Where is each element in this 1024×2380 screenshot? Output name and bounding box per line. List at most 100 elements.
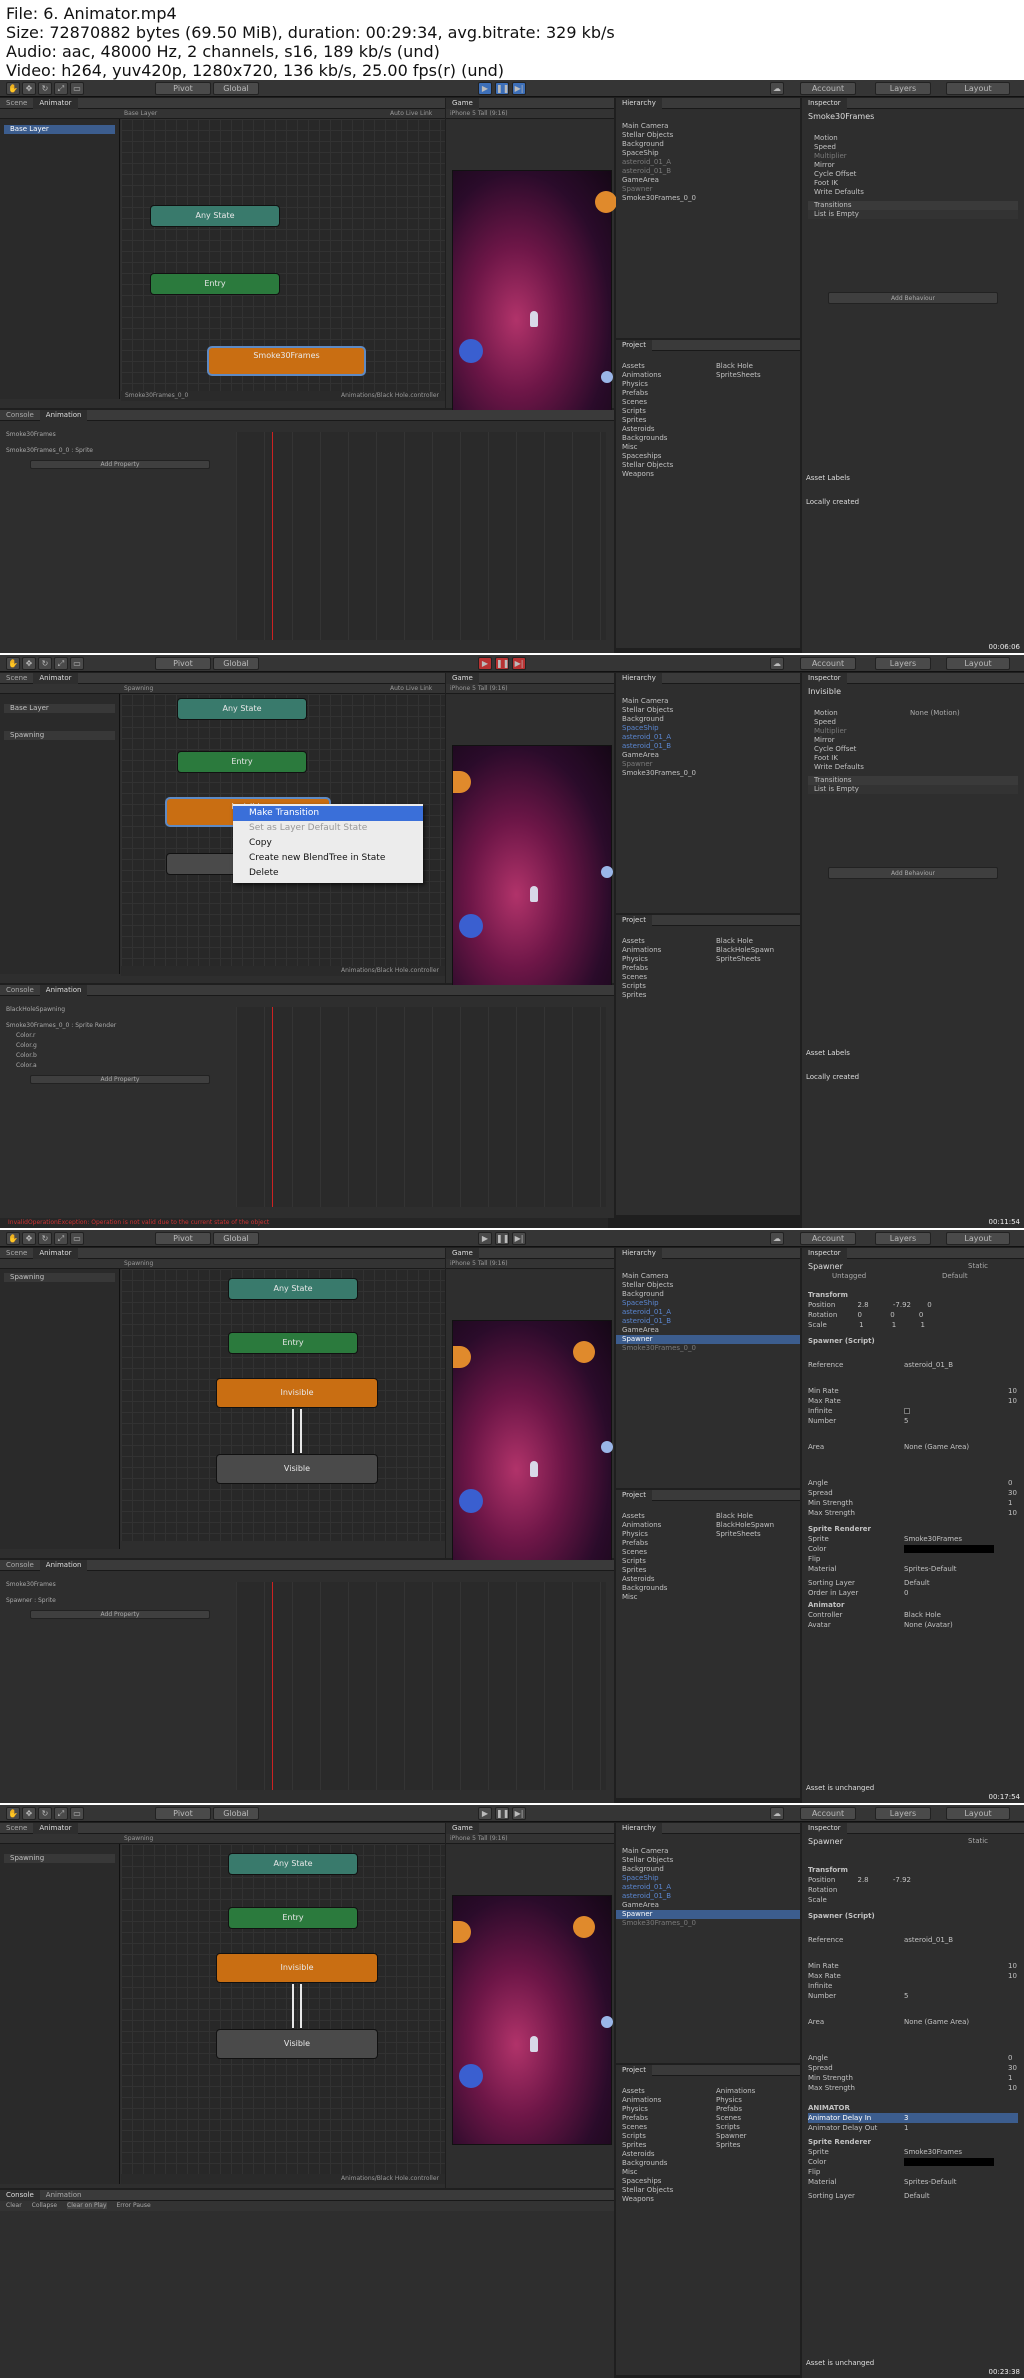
- hierarchy-item[interactable]: Stellar Objects: [616, 706, 800, 715]
- min-strength-value[interactable]: 1: [1008, 2073, 1012, 2083]
- state-any-state[interactable]: Any State: [178, 699, 306, 719]
- project-folder[interactable]: Misc: [616, 2168, 708, 2177]
- animator-breadcrumb[interactable]: Base Layer: [124, 110, 157, 117]
- add-property-button[interactable]: Add Property: [30, 1075, 210, 1084]
- project-file[interactable]: Prefabs: [710, 2105, 800, 2114]
- tab-inspector[interactable]: Inspector: [802, 673, 847, 684]
- project-folder[interactable]: Backgrounds: [616, 2159, 708, 2168]
- account-dropdown[interactable]: Account: [800, 657, 856, 670]
- sorting-layer-dropdown[interactable]: Default: [904, 1578, 930, 1588]
- state-invisible[interactable]: Invisible: [217, 1954, 377, 1982]
- scale-tool-icon[interactable]: ⤢: [54, 82, 68, 95]
- tab-scene[interactable]: Scene: [0, 1823, 33, 1834]
- project-folder[interactable]: Scenes: [616, 973, 708, 982]
- hierarchy-item[interactable]: asteroid_01_A: [616, 733, 800, 742]
- project-folder[interactable]: Scenes: [616, 1548, 708, 1557]
- scale-z[interactable]: 1: [920, 1321, 924, 1329]
- console-error[interactable]: InvalidOperationException: Operation is …: [0, 1218, 608, 1228]
- global-button[interactable]: Global: [213, 1232, 259, 1245]
- project-file[interactable]: BlackHoleSpawn: [710, 946, 800, 955]
- hierarchy-item[interactable]: Background: [616, 1290, 800, 1299]
- hierarchy-item[interactable]: GameArea: [616, 751, 800, 760]
- project-folder[interactable]: Scripts: [616, 982, 708, 991]
- project-folder[interactable]: Asteroids: [616, 425, 708, 434]
- tab-game[interactable]: Game: [446, 1823, 479, 1834]
- state-smoke30frames[interactable]: Smoke30Frames: [209, 348, 364, 374]
- inspector-title[interactable]: Invisible: [808, 687, 841, 696]
- project-file[interactable]: Scripts: [710, 2123, 800, 2132]
- scale-tool-icon[interactable]: ⤢: [54, 1232, 68, 1245]
- infinite-checkbox[interactable]: [904, 1408, 910, 1414]
- tab-project[interactable]: Project: [616, 340, 652, 351]
- max-strength-value[interactable]: 10: [1008, 2083, 1017, 2093]
- animation-clip[interactable]: Smoke30Frames: [6, 430, 56, 440]
- project-folder[interactable]: Sprites: [616, 1566, 708, 1575]
- move-tool-icon[interactable]: ✥: [22, 1807, 36, 1820]
- layers-dropdown[interactable]: Layers: [875, 657, 931, 670]
- spawner-script-header[interactable]: Spawner (Script): [808, 1336, 1018, 1346]
- color-swatch[interactable]: [904, 1545, 994, 1553]
- rotate-tool-icon[interactable]: ↻: [38, 82, 52, 95]
- hierarchy-item[interactable]: Spawner: [616, 760, 800, 769]
- tab-animator[interactable]: Animator: [33, 1248, 78, 1259]
- layer-item[interactable]: Spawning: [4, 1854, 115, 1863]
- scale-tool-icon[interactable]: ⤢: [54, 657, 68, 670]
- hierarchy-item[interactable]: Spawner: [616, 185, 800, 194]
- hand-tool-icon[interactable]: ✋: [6, 1807, 20, 1820]
- state-visible[interactable]: Visible: [217, 1455, 377, 1483]
- move-tool-icon[interactable]: ✥: [22, 1232, 36, 1245]
- hierarchy-item[interactable]: Smoke30Frames_0_0: [616, 194, 800, 203]
- project-folder[interactable]: Sprites: [616, 2141, 708, 2150]
- animation-track[interactable]: Smoke30Frames_0_0 : Sprite Render: [6, 1021, 116, 1031]
- state-any-state[interactable]: Any State: [151, 206, 279, 226]
- state-entry[interactable]: Entry: [178, 752, 306, 772]
- project-folder[interactable]: Asteroids: [616, 1575, 708, 1584]
- layer-item[interactable]: Spawning: [4, 731, 115, 740]
- min-rate-value[interactable]: 10: [1008, 1961, 1017, 1971]
- hierarchy-item[interactable]: Stellar Objects: [616, 1281, 800, 1290]
- add-behaviour-button[interactable]: Add Behaviour: [828, 292, 998, 304]
- global-button[interactable]: Global: [213, 657, 259, 670]
- hierarchy-item[interactable]: GameArea: [616, 1326, 800, 1335]
- tab-hierarchy[interactable]: Hierarchy: [616, 98, 662, 109]
- project-folder[interactable]: Sprites: [616, 991, 708, 1000]
- rotation-z[interactable]: 0: [919, 1311, 923, 1319]
- project-folder[interactable]: Animations: [616, 1521, 708, 1530]
- color-swatch[interactable]: [904, 2158, 994, 2166]
- hierarchy-item[interactable]: Smoke30Frames_0_0: [616, 1919, 800, 1928]
- rect-tool-icon[interactable]: ▭: [70, 82, 84, 95]
- layer-item[interactable]: Base Layer: [4, 704, 115, 713]
- tab-inspector[interactable]: Inspector: [802, 1248, 847, 1259]
- project-folder[interactable]: Backgrounds: [616, 434, 708, 443]
- menu-delete[interactable]: Delete: [233, 866, 423, 881]
- tab-hierarchy[interactable]: Hierarchy: [616, 673, 662, 684]
- project-folder[interactable]: Asteroids: [616, 2150, 708, 2159]
- rotation-x[interactable]: 0: [858, 1311, 862, 1319]
- project-file[interactable]: Black Hole: [710, 362, 800, 371]
- game-resolution[interactable]: iPhone 5 Tall (9:16): [446, 109, 614, 119]
- hierarchy-item[interactable]: asteroid_01_B: [616, 167, 800, 176]
- project-folder[interactable]: Prefabs: [616, 1539, 708, 1548]
- animator-breadcrumb[interactable]: Spawning: [124, 685, 153, 692]
- cloud-icon[interactable]: ☁: [770, 1232, 784, 1245]
- project-file[interactable]: SpriteSheets: [710, 1530, 800, 1539]
- project-folder[interactable]: Animations: [616, 371, 708, 380]
- scale-tool-icon[interactable]: ⤢: [54, 1807, 68, 1820]
- hierarchy-item[interactable]: Stellar Objects: [616, 1856, 800, 1865]
- position-z[interactable]: 0: [927, 1301, 931, 1309]
- material-field[interactable]: Sprites-Default: [904, 1564, 957, 1574]
- layout-dropdown[interactable]: Layout: [946, 1232, 1010, 1245]
- hierarchy-item[interactable]: Spawner: [616, 1335, 800, 1344]
- project-folder[interactable]: Physics: [616, 955, 708, 964]
- spread-value[interactable]: 30: [1008, 1488, 1017, 1498]
- hierarchy-item[interactable]: Spawner: [616, 1910, 800, 1919]
- state-invisible[interactable]: Invisible: [217, 1379, 377, 1407]
- hand-tool-icon[interactable]: ✋: [6, 1232, 20, 1245]
- tab-animator[interactable]: Animator: [33, 1823, 78, 1834]
- max-rate-value[interactable]: 10: [1008, 1971, 1017, 1981]
- hierarchy-item[interactable]: Background: [616, 1865, 800, 1874]
- project-folder[interactable]: Assets: [616, 362, 708, 371]
- sorting-layer-dropdown[interactable]: Default: [904, 2191, 930, 2201]
- scale-x[interactable]: 1: [859, 1321, 863, 1329]
- state-entry[interactable]: Entry: [229, 1908, 357, 1928]
